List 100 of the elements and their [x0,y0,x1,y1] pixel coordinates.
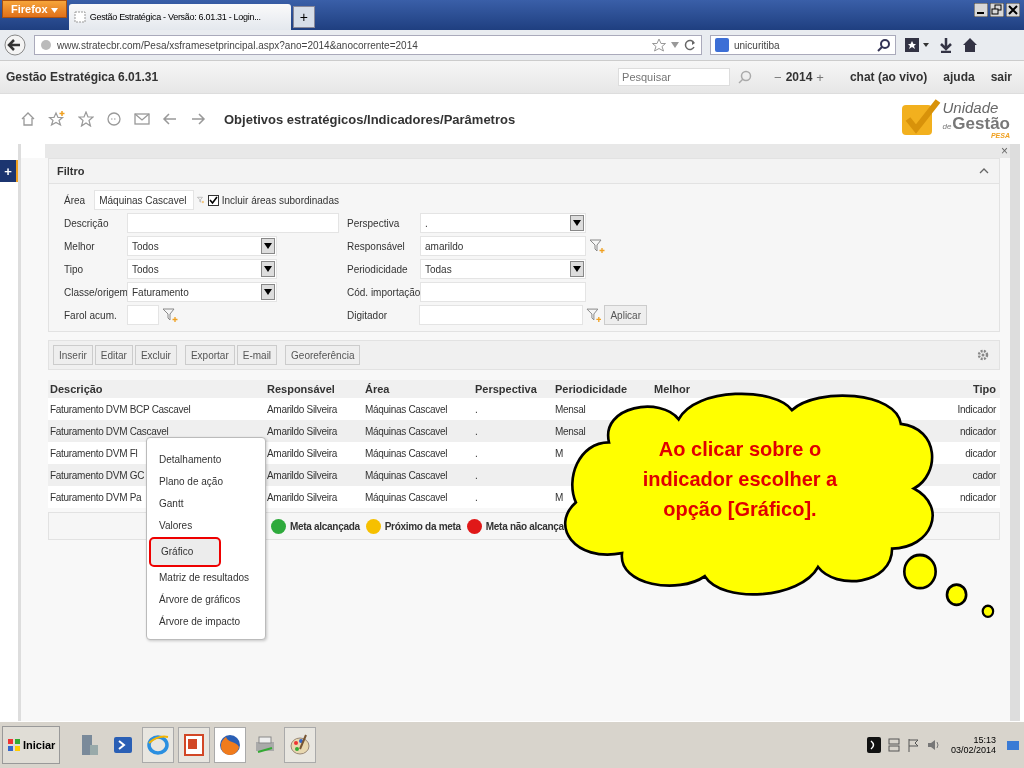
table-cell-text: Máquinas Cascavel [364,469,449,481]
back-icon[interactable] [4,34,26,56]
star-icon[interactable] [78,111,94,127]
network-icon[interactable] [886,738,901,752]
input-field[interactable] [126,213,339,233]
address-field[interactable]: www.stratecbr.com/Pesa/xsframesetprincipal.aspx?ano=2014&anocorrente=2014 [34,35,702,55]
header-link[interactable]: sair [990,70,1012,84]
table-cell-text: . [474,469,479,481]
header-link[interactable]: chat (ao vivo) [849,70,928,84]
input-field[interactable]: Máquinas Cascavel [94,190,195,210]
minimize-icon[interactable] [974,3,988,17]
show-desktop-icon[interactable] [1006,738,1020,752]
column-header[interactable]: Área [363,383,473,395]
action-button[interactable]: Editar [94,345,133,365]
clock[interactable]: 15:13 03/02/2014 [950,735,996,755]
apply-button[interactable]: Aplicar [604,305,647,325]
table-cell-text: . [474,447,479,459]
home-icon[interactable] [962,37,978,53]
dropdown-icon[interactable] [671,41,679,49]
action-button[interactable]: Excluir [134,345,177,365]
menu-item[interactable]: Detalhamento [147,449,265,471]
palette-icon[interactable] [284,727,317,763]
restore-icon[interactable] [990,3,1004,17]
previous-year-button[interactable]: − [772,69,784,85]
column-header[interactable]: Tipo [971,383,1000,395]
input-field[interactable]: . [420,213,586,233]
table-cell-text: ndicador [959,491,997,503]
new-tab-button[interactable]: + [292,6,315,28]
input-field[interactable] [420,282,586,302]
speaker-icon[interactable] [926,738,941,752]
column-header[interactable]: Descrição [48,383,265,395]
browser-ring-icon[interactable] [142,727,175,763]
input-field[interactable] [127,305,159,325]
slides-icon[interactable] [178,727,211,763]
table-cell-text: Máquinas Cascavel [364,403,449,415]
table-cell: M [555,447,564,459]
table-cell-text: Máquinas Cascavel [364,447,449,459]
settings-icon[interactable] [977,349,989,361]
search-field[interactable]: Pesquisar [618,68,731,86]
menu-item[interactable]: Matriz de resultados [147,567,265,589]
action-button[interactable]: Inserir [53,345,93,365]
close-icon[interactable] [1006,3,1020,17]
search-field[interactable]: unicuritiba [710,35,896,55]
tray-app-icon[interactable] [866,737,881,753]
legend-label: Meta não alcança [485,520,564,532]
column-header[interactable]: Periodicidade [553,383,652,395]
mail-icon[interactable] [134,111,150,127]
menu-item[interactable]: Gantt [147,493,265,515]
chat-icon[interactable] [106,111,122,127]
reload-icon[interactable] [684,39,696,51]
input-field[interactable]: Todos [127,259,277,279]
back-arrow-icon[interactable] [162,111,178,127]
legend-label: Próximo da meta [384,520,461,532]
menu-item[interactable]: Plano de ação [147,471,265,493]
funnel-plus-icon[interactable] [589,238,605,254]
field-label: Melhor [64,240,96,252]
menu-item[interactable]: Árvore de gráficos [147,589,265,611]
close-button[interactable]: × [1001,145,1008,157]
search-icon[interactable] [877,38,891,52]
action-button[interactable]: Georeferência [285,345,361,365]
breadcrumb-title: Objetivos estratégicos/Indicadores/Parâmetros [224,111,516,127]
next-year-button[interactable]: + [814,69,826,85]
logo-text: Gestão [952,114,1010,132]
logo-text: Unidade [942,99,1000,115]
input-field[interactable]: Todos [127,236,277,256]
input-field[interactable]: Todas [420,259,586,279]
table-cell-text: Amarildo Silveira [266,491,339,503]
start-button[interactable]: Iniciar [2,726,61,764]
callout-text: Ao clicar sobre o indicador escolher a opção [Gráfico]. [641,437,839,522]
menu-item[interactable]: Valores [147,515,265,537]
table-cell-text: Amarildo Silveira [266,447,339,459]
collapse-icon[interactable] [979,167,989,175]
input-field[interactable]: Faturamento [127,282,277,302]
action-button[interactable]: E-mail [236,345,278,365]
table-cell-text: Máquinas Cascavel [364,425,449,437]
browser-tab[interactable]: Gestão Estratégica - Versão: 6.01.31 - Login... [68,4,291,30]
action-button[interactable]: Exportar [184,345,235,365]
column-header[interactable]: Melhor [652,383,910,395]
funnel-plus-icon[interactable] [585,307,602,323]
download-icon[interactable] [938,37,954,53]
clock-time: 15:13 [973,735,996,745]
column-header[interactable]: Responsável [265,383,363,395]
header-link[interactable]: ajuda [943,70,975,84]
star-plus-icon[interactable] [48,110,66,128]
forward-arrow-icon[interactable] [190,111,206,127]
input-field[interactable]: amarildo [420,236,586,256]
input-field[interactable] [419,305,583,325]
menu-item[interactable]: Árvore de impacto [147,611,265,633]
bookmarks-icon[interactable] [904,37,930,53]
menu-item[interactable]: Gráfico [149,537,221,567]
field-label: Área [64,194,87,206]
table-cell-text: Máquinas Cascavel [364,491,449,503]
funnel-plus-icon[interactable] [162,307,178,323]
star-icon[interactable] [652,38,666,52]
checkbox[interactable] [207,194,219,206]
table-cell-text: . [474,491,479,503]
expand-side-button[interactable]: + [0,160,18,182]
column-header[interactable]: Perspectiva [473,383,553,395]
table-cell: Mensal [555,425,586,437]
flag-icon[interactable] [906,738,921,752]
